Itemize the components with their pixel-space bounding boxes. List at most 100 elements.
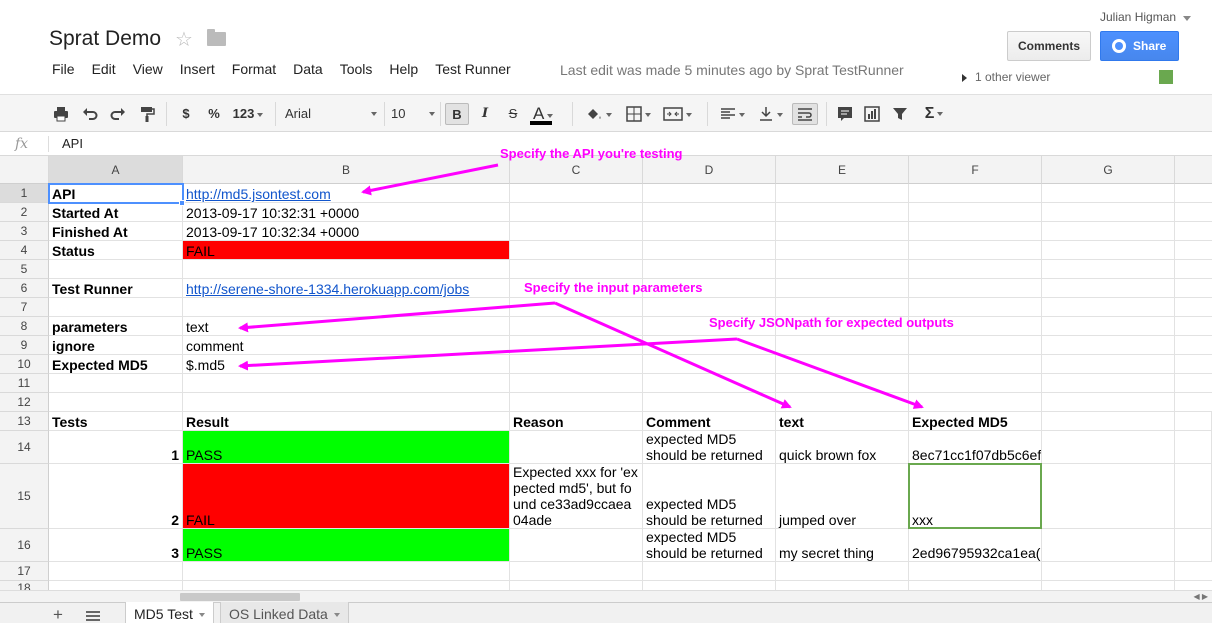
row-header-17[interactable]: 17: [0, 562, 49, 581]
cell-c13[interactable]: Reason: [510, 412, 643, 431]
cell-h14[interactable]: [1175, 431, 1212, 464]
cell-a7[interactable]: [49, 298, 183, 317]
cell-b6[interactable]: http://serene-shore-1334.herokuapp.com/j…: [183, 279, 510, 298]
menu-edit[interactable]: Edit: [92, 61, 116, 77]
row-header-4[interactable]: 4: [0, 241, 49, 260]
row-header-14[interactable]: 14: [0, 431, 49, 464]
row-header-11[interactable]: 11: [0, 374, 49, 393]
scroll-arrows-icon[interactable]: ◀ ▶: [1193, 592, 1208, 601]
chevron-down-icon[interactable]: [333, 613, 340, 618]
percent-format-button[interactable]: %: [204, 103, 224, 125]
borders-dropdown[interactable]: [620, 103, 656, 125]
cell-b11[interactable]: [183, 374, 510, 393]
cell-f14[interactable]: 8ec71cc1f07db5c6ef: [909, 431, 1042, 464]
sheet-list-icon[interactable]: [86, 611, 100, 621]
row-header-1[interactable]: 1: [0, 184, 49, 203]
print-icon[interactable]: [50, 103, 72, 125]
cell-e15[interactable]: jumped over: [776, 464, 909, 529]
cell-f13[interactable]: Expected MD5: [909, 412, 1042, 431]
row-header-18[interactable]: 18: [0, 581, 49, 590]
menu-format[interactable]: Format: [232, 61, 276, 77]
wrap-text-button[interactable]: [792, 103, 818, 125]
column-header-h[interactable]: [1175, 156, 1212, 184]
cell-g16[interactable]: [1042, 529, 1175, 562]
chevron-down-icon[interactable]: [198, 613, 205, 618]
user-name[interactable]: Julian Higman: [1100, 10, 1176, 24]
row-header-6[interactable]: 6: [0, 279, 49, 298]
cell-a12[interactable]: [49, 393, 183, 412]
cell-c14[interactable]: [510, 431, 643, 464]
row-header-13[interactable]: 13: [0, 412, 49, 431]
empty-grid-area[interactable]: [510, 184, 1212, 412]
cell-b5[interactable]: [183, 260, 510, 279]
chevron-down-icon[interactable]: [1183, 16, 1191, 21]
cell-e16[interactable]: my secret thing: [776, 529, 909, 562]
empty-rows[interactable]: [49, 562, 1212, 590]
cell-h16[interactable]: [1175, 529, 1212, 562]
cell-a4[interactable]: Status: [49, 241, 183, 260]
column-header-f[interactable]: F: [909, 156, 1042, 184]
expand-triangle-icon[interactable]: [962, 74, 967, 82]
currency-format-button[interactable]: $: [176, 103, 196, 125]
share-button[interactable]: Share: [1100, 31, 1179, 61]
filter-icon[interactable]: [889, 103, 911, 125]
folder-icon[interactable]: [207, 29, 226, 46]
undo-icon[interactable]: [79, 103, 101, 125]
cell-a13[interactable]: Tests: [49, 412, 183, 431]
menu-help[interactable]: Help: [389, 61, 418, 77]
cell-e13[interactable]: text: [776, 412, 909, 431]
row-header-8[interactable]: 8: [0, 317, 49, 336]
cell-g14[interactable]: [1042, 431, 1175, 464]
cell-b12[interactable]: [183, 393, 510, 412]
cell-a8[interactable]: parameters: [49, 317, 183, 336]
bold-button[interactable]: B: [445, 103, 469, 125]
fill-handle[interactable]: [179, 200, 185, 206]
row-header-12[interactable]: 12: [0, 393, 49, 412]
cell-e14[interactable]: quick brown fox: [776, 431, 909, 464]
cell-d13[interactable]: Comment: [643, 412, 776, 431]
vertical-align-dropdown[interactable]: [752, 103, 788, 125]
star-icon[interactable]: ☆: [175, 27, 193, 52]
cell-a6[interactable]: Test Runner: [49, 279, 183, 298]
cell-a10[interactable]: Expected MD5: [49, 355, 183, 374]
cell-b9[interactable]: comment: [183, 336, 510, 355]
viewers-count[interactable]: 1 other viewer: [975, 70, 1050, 84]
cell-f15[interactable]: xxx: [909, 464, 1042, 529]
cell-a5[interactable]: [49, 260, 183, 279]
cell-b7[interactable]: [183, 298, 510, 317]
cell-b4[interactable]: FAIL: [183, 241, 510, 260]
row-header-9[interactable]: 9: [0, 336, 49, 355]
cell-a16[interactable]: 3: [49, 529, 183, 562]
font-family-dropdown[interactable]: Arial: [285, 103, 381, 125]
cell-a14[interactable]: 1: [49, 431, 183, 464]
select-all-corner[interactable]: [0, 156, 49, 184]
cell-b8[interactable]: text: [183, 317, 510, 336]
sheet-tab-os-linked-data[interactable]: OS Linked Data: [220, 602, 349, 623]
paint-format-icon[interactable]: [136, 103, 158, 125]
redo-icon[interactable]: [107, 103, 129, 125]
row-header-5[interactable]: 5: [0, 260, 49, 279]
cell-c15[interactable]: Expected xxx for 'expected md5', but fou…: [510, 464, 643, 529]
cell-b13[interactable]: Result: [183, 412, 510, 431]
row-header-7[interactable]: 7: [0, 298, 49, 317]
cell-a2[interactable]: Started At: [49, 203, 183, 222]
cell-h15[interactable]: [1175, 464, 1212, 529]
text-color-dropdown[interactable]: A: [528, 103, 564, 125]
cell-a9[interactable]: ignore: [49, 336, 183, 355]
doc-title[interactable]: Sprat Demo: [49, 27, 161, 51]
cell-b15[interactable]: FAIL: [183, 464, 510, 529]
column-header-a[interactable]: A: [49, 156, 183, 184]
menu-insert[interactable]: Insert: [180, 61, 215, 77]
menu-tools[interactable]: Tools: [340, 61, 373, 77]
cell-g15[interactable]: [1042, 464, 1175, 529]
menu-file[interactable]: File: [52, 61, 75, 77]
horizontal-align-dropdown[interactable]: [714, 103, 750, 125]
scrollbar-thumb[interactable]: [180, 593, 300, 601]
menu-test-runner[interactable]: Test Runner: [435, 61, 510, 77]
cell-b10[interactable]: $.md5: [183, 355, 510, 374]
number-format-dropdown[interactable]: 123: [228, 103, 268, 125]
cell-h13[interactable]: [1175, 412, 1212, 431]
horizontal-scrollbar[interactable]: ◀ ▶: [0, 590, 1212, 602]
column-header-b[interactable]: B: [183, 156, 510, 184]
insert-comment-icon[interactable]: [834, 103, 856, 125]
